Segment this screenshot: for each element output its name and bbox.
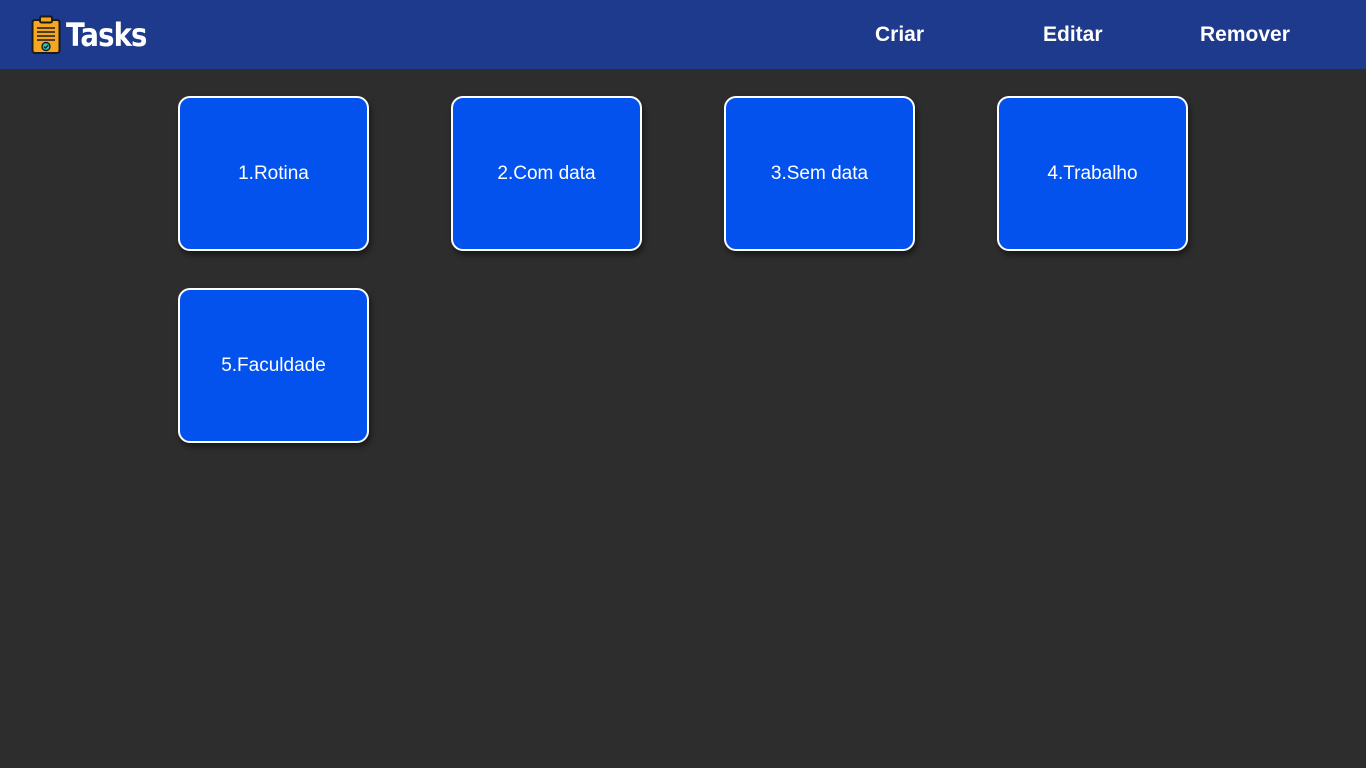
clipboard-check-icon [31,15,61,54]
task-list-label: 5.Faculdade [221,354,326,376]
nav-edit-link[interactable]: Editar [1043,22,1103,47]
top-navbar: Tasks Criar Editar Remover [0,0,1366,69]
task-list-card[interactable]: 1.Rotina [178,96,369,251]
brand-name: Tasks [66,16,147,54]
task-list-label: 1.Rotina [238,162,309,184]
task-list-card[interactable]: 4.Trabalho [997,96,1188,251]
task-list-card[interactable]: 3.Sem data [724,96,915,251]
brand-logo[interactable]: Tasks [31,14,160,56]
task-list-label: 2.Com data [497,162,596,184]
nav-remove-link[interactable]: Remover [1200,22,1290,47]
task-list-card[interactable]: 2.Com data [451,96,642,251]
task-list-card[interactable]: 5.Faculdade [178,288,369,443]
task-list-label: 4.Trabalho [1047,162,1138,184]
nav-create-link[interactable]: Criar [875,22,924,47]
task-list-label: 3.Sem data [770,162,869,184]
